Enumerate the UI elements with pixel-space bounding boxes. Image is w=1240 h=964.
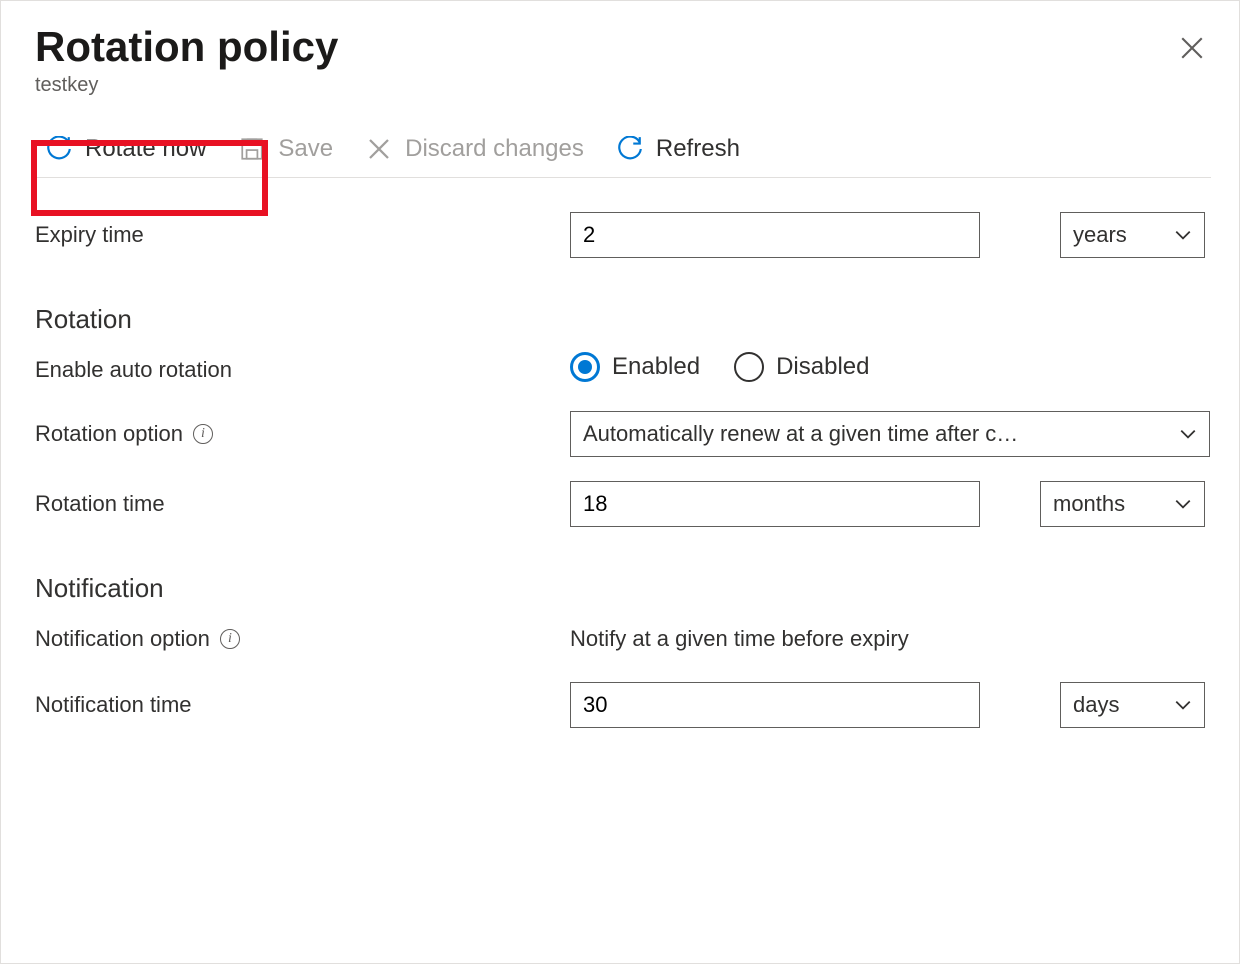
chevron-down-icon xyxy=(1174,696,1192,714)
enabled-radio-label: Enabled xyxy=(612,353,700,381)
radio-disabled-indicator xyxy=(734,352,764,382)
save-button: Save xyxy=(228,131,343,167)
notification-option-value: Notify at a given time before expiry xyxy=(570,626,909,652)
disabled-radio[interactable]: Disabled xyxy=(734,352,869,382)
expiry-time-input[interactable] xyxy=(570,212,980,258)
rotation-option-dropdown[interactable]: Automatically renew at a given time afte… xyxy=(570,411,1210,457)
refresh-label: Refresh xyxy=(656,135,740,163)
refresh-button[interactable]: Refresh xyxy=(606,131,750,167)
notification-option-label: Notification option xyxy=(35,626,210,652)
notification-time-input[interactable] xyxy=(570,682,980,728)
expiry-time-label: Expiry time xyxy=(35,222,570,248)
info-icon[interactable]: i xyxy=(193,424,213,444)
expiry-time-unit-dropdown[interactable]: years xyxy=(1060,212,1205,258)
discard-label: Discard changes xyxy=(405,135,584,163)
rotation-time-unit-value: months xyxy=(1053,491,1125,517)
page-subheading: testkey xyxy=(35,74,338,97)
rotation-time-label: Rotation time xyxy=(35,491,570,517)
rotate-now-icon xyxy=(45,135,73,163)
close-button[interactable] xyxy=(1179,21,1211,67)
chevron-down-icon xyxy=(1179,425,1197,443)
notification-time-unit-dropdown[interactable]: days xyxy=(1060,682,1205,728)
rotation-option-label: Rotation option xyxy=(35,421,183,447)
save-icon xyxy=(238,135,266,163)
rotate-now-label: Rotate now xyxy=(85,135,206,163)
expiry-time-unit-value: years xyxy=(1073,222,1127,248)
notification-section-heading: Notification xyxy=(35,573,1211,604)
chevron-down-icon xyxy=(1174,226,1192,244)
info-icon[interactable]: i xyxy=(220,629,240,649)
rotate-now-button[interactable]: Rotate now xyxy=(35,131,216,167)
discard-icon xyxy=(365,135,393,163)
rotation-section-heading: Rotation xyxy=(35,304,1211,335)
refresh-icon xyxy=(616,135,644,163)
rotation-time-unit-dropdown[interactable]: months xyxy=(1040,481,1205,527)
enabled-radio[interactable]: Enabled xyxy=(570,352,700,382)
rotation-time-input[interactable] xyxy=(570,481,980,527)
save-label: Save xyxy=(278,135,333,163)
close-icon xyxy=(1179,35,1205,61)
chevron-down-icon xyxy=(1174,495,1192,513)
radio-enabled-indicator xyxy=(570,352,600,382)
disabled-radio-label: Disabled xyxy=(776,353,869,381)
notification-time-label: Notification time xyxy=(35,692,570,718)
rotation-option-value: Automatically renew at a given time afte… xyxy=(583,421,1018,447)
discard-button: Discard changes xyxy=(355,131,594,167)
page-title: Rotation policy xyxy=(35,21,338,74)
notification-time-unit-value: days xyxy=(1073,692,1119,718)
enable-auto-rotation-label: Enable auto rotation xyxy=(35,357,570,383)
command-bar: Rotate now Save Discard changes Refresh xyxy=(35,131,1211,178)
